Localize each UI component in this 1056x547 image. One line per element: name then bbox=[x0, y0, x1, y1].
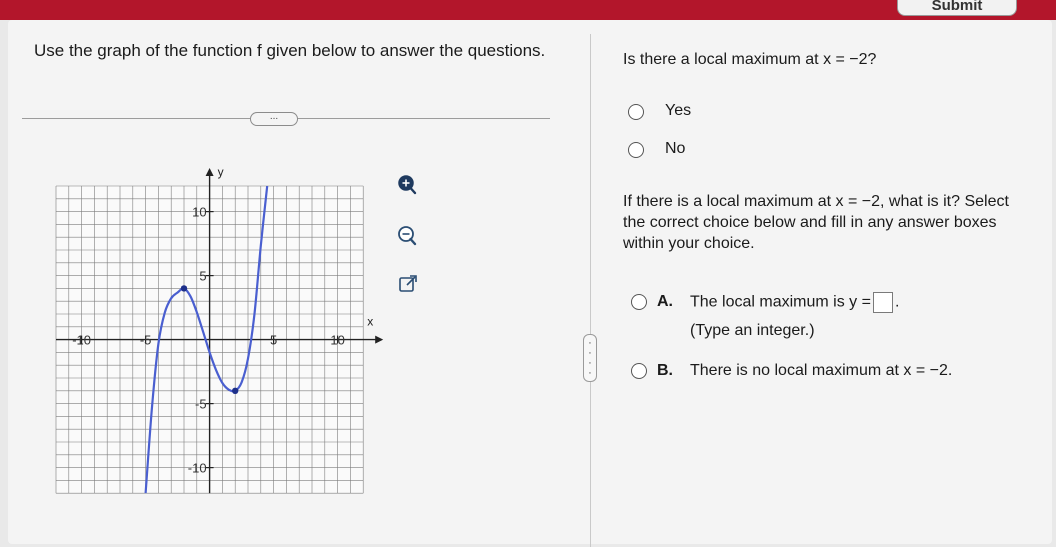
more-button[interactable]: ... bbox=[250, 112, 298, 126]
popout-button[interactable] bbox=[397, 273, 419, 295]
zoom-out-icon bbox=[398, 226, 417, 246]
question-2-text: If there is a local maximum at x = −2, w… bbox=[623, 193, 1009, 252]
y-axis-arrow bbox=[205, 168, 214, 176]
option-a-period: . bbox=[894, 293, 900, 311]
x-tick-label: -10 bbox=[72, 333, 91, 348]
marked-point bbox=[180, 285, 188, 292]
y-tick-label: -5 bbox=[195, 397, 207, 412]
panel-resize-handle[interactable]: · · · · bbox=[583, 334, 597, 382]
x-tick-label: 10 bbox=[330, 333, 344, 348]
option-b-radio[interactable] bbox=[631, 363, 647, 379]
marked-point bbox=[232, 387, 239, 394]
option-b-text: There is no local maximum at x = −2. bbox=[690, 362, 953, 379]
function-graph: x y -10 -5 5 10 10 5 -5 -10 bbox=[55, 165, 384, 494]
option-a-text: The local maximum is y = bbox=[690, 293, 871, 311]
option-yes-label[interactable]: Yes bbox=[665, 101, 691, 121]
x-tick-label: 5 bbox=[270, 333, 277, 348]
x-axis-arrow bbox=[375, 335, 384, 344]
y-tick-label: -10 bbox=[188, 461, 207, 476]
question-1-text: Is there a local maximum at x = −2? bbox=[623, 51, 877, 68]
x-axis-label: x bbox=[367, 315, 373, 329]
y-tick-label: 5 bbox=[199, 269, 206, 284]
y-tick-label: 10 bbox=[192, 205, 206, 220]
option-a-letter: A. bbox=[657, 293, 673, 310]
option-a-radio[interactable] bbox=[631, 294, 647, 310]
option-yes-radio[interactable] bbox=[628, 104, 644, 120]
option-no-radio[interactable] bbox=[628, 142, 644, 158]
external-link-icon bbox=[399, 275, 417, 292]
option-no-label[interactable]: No bbox=[665, 139, 685, 159]
y-axis-label: y bbox=[218, 165, 224, 179]
zoom-out-button[interactable] bbox=[395, 224, 417, 246]
panel-divider bbox=[590, 34, 591, 547]
option-b-letter: B. bbox=[657, 362, 673, 379]
zoom-in-icon bbox=[398, 175, 417, 195]
instructions-text: Use the graph of the function f given be… bbox=[34, 41, 546, 60]
option-a-hint: (Type an integer.) bbox=[690, 322, 815, 339]
zoom-in-button[interactable] bbox=[395, 173, 417, 195]
submit-button[interactable]: Submit bbox=[897, 0, 1017, 16]
x-tick-label: -5 bbox=[140, 333, 152, 348]
answer-input-box[interactable] bbox=[872, 292, 893, 313]
option-a-line: The local maximum is y =. bbox=[690, 292, 899, 313]
